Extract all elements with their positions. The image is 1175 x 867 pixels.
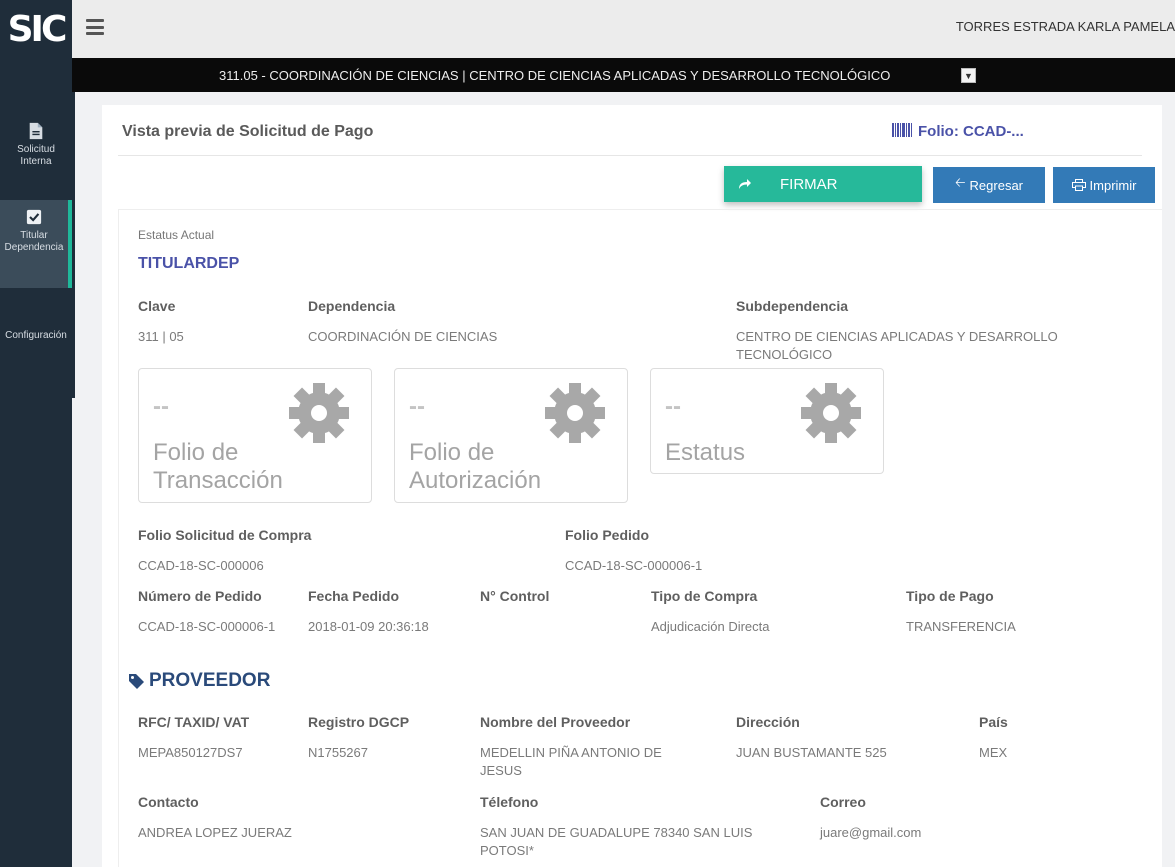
telefono-value: SAN JUAN DE GUADALUPE 78340 SAN LUIS POT… <box>480 825 753 858</box>
contacto-label: Contacto <box>138 794 199 810</box>
sidebar: Solicitud Interna Titular Dependencia Co… <box>0 58 72 867</box>
rfc-value: MEPA850127DS7 <box>138 745 243 760</box>
sidebar-edge <box>72 92 75 398</box>
sidebar-item-titular-dependencia[interactable]: Titular Dependencia <box>0 200 72 288</box>
registro-dgcp-value: N1755267 <box>308 745 368 760</box>
tile-title-line: Estatus <box>665 439 746 466</box>
printer-icon <box>1071 179 1086 191</box>
tipo-compra-label: Tipo de Compra <box>651 588 758 604</box>
direccion-value: JUAN BUSTAMANTE 525 <box>736 745 887 760</box>
tile-title-line: Folio de <box>153 439 239 466</box>
status-value: TITULARDEP <box>138 255 240 272</box>
back-button-label: Regresar <box>969 177 1023 193</box>
status-label: Estatus Actual <box>138 228 215 242</box>
user-name[interactable]: TORRES ESTRADA KARLA PAMELA <box>956 19 1175 34</box>
top-header: SIC TORRES ESTRADA KARLA PAMELA <box>0 0 1175 58</box>
folio-pedido-value: CCAD-18-SC-000006-1 <box>565 558 703 573</box>
gear-icon <box>801 383 861 443</box>
divider <box>118 155 1142 156</box>
gear-icon <box>545 383 605 443</box>
back-button[interactable]: 🡠 Regresar <box>933 167 1045 203</box>
folio-solicitud-compra-label: Folio Solicitud de Compra <box>138 527 312 543</box>
tile-folio-transaccion: -- Folio de Transacción <box>138 368 372 503</box>
chevron-down-icon[interactable]: ▼ <box>961 68 976 83</box>
proveedor-section-title: PROVEEDOR <box>128 670 270 692</box>
tipo-pago-value: TRANSFERENCIA <box>906 619 1016 634</box>
pais-label: País <box>979 714 1008 730</box>
correo-label: Correo <box>820 794 866 810</box>
numero-control-label: N° Control <box>480 588 550 604</box>
telefono-label: Télefono <box>480 794 539 810</box>
folio-pedido-label: Folio Pedido <box>565 527 649 543</box>
correo-value: juare@gmail.com <box>820 825 922 840</box>
nombre-proveedor-value: MEDELLIN PIÑA ANTONIO DE JESUS <box>480 745 662 778</box>
nombre-proveedor-label: Nombre del Proveedor <box>480 714 631 730</box>
clave-value: 311 | 05 <box>138 329 184 344</box>
subdependencia-value: CENTRO DE CIENCIAS APLICADAS Y DESARROLL… <box>736 329 1058 362</box>
pais-value: MEX <box>979 745 1008 760</box>
proveedor-section-label: PROVEEDOR <box>149 670 271 691</box>
share-arrow-icon <box>739 179 751 189</box>
tile-title: Folio de Autorización <box>409 439 541 495</box>
clave-label: Clave <box>138 298 176 314</box>
tile-folio-autorizacion: -- Folio de Autorización <box>394 368 628 503</box>
page-title: Vista previa de Solicitud de Pago <box>122 123 374 140</box>
dependencia-label: Dependencia <box>308 298 396 314</box>
fecha-pedido-label: Fecha Pedido <box>308 588 400 604</box>
organization-bar: 311.05 - COORDINACIÓN DE CIENCIAS | CENT… <box>72 58 1175 92</box>
sidebar-item-label: Solicitud <box>17 144 55 155</box>
app-logo[interactable]: SIC <box>0 0 72 58</box>
tile-title-line: Transacción <box>153 467 283 494</box>
registro-dgcp-label: Registro DGCP <box>308 714 410 730</box>
tile-title-line: Folio de <box>409 439 495 466</box>
sidebar-item-label: Dependencia <box>4 242 64 253</box>
sidebar-item-label: Titular <box>20 230 48 241</box>
numero-pedido-label: Número de Pedido <box>138 588 262 604</box>
tipo-pago-label: Tipo de Pago <box>906 588 994 604</box>
print-button[interactable]: Imprimir <box>1053 167 1155 203</box>
tile-title: Estatus <box>665 439 745 467</box>
hamburger-menu-icon[interactable] <box>86 19 104 35</box>
subdependencia-label: Subdependencia <box>736 298 849 314</box>
barcode-icon <box>892 123 912 137</box>
tile-title-line: Autorización <box>409 467 542 494</box>
tile-value: -- <box>153 393 169 420</box>
contacto-value: ANDREA LOPEZ JUERAZ <box>138 825 292 840</box>
tag-icon <box>129 673 144 689</box>
rfc-label: RFC/ TAXID/ VAT <box>138 714 250 730</box>
folio-solicitud-compra-value: CCAD-18-SC-000006 <box>138 558 264 573</box>
folio-value: Folio: CCAD-... <box>918 123 1024 140</box>
organization-selector[interactable]: 311.05 - COORDINACIÓN DE CIENCIAS | CENT… <box>219 68 890 83</box>
tile-estatus: -- Estatus <box>650 368 884 474</box>
sidebar-item-solicitud-interna[interactable]: Solicitud Interna <box>0 114 72 186</box>
sidebar-item-configuracion[interactable]: Configuración <box>0 330 72 350</box>
arrow-left-icon: 🡠 <box>955 175 966 190</box>
dependencia-value: COORDINACIÓN DE CIENCIAS <box>308 329 498 344</box>
direccion-label: Dirección <box>736 714 800 730</box>
main-card: Vista previa de Solicitud de Pago Folio:… <box>102 105 1162 867</box>
tile-title: Folio de Transacción <box>153 439 283 495</box>
sidebar-item-label: Interna <box>20 156 52 167</box>
gear-icon <box>289 383 349 443</box>
checkbox-icon <box>26 209 42 225</box>
numero-pedido-value: CCAD-18-SC-000006-1 <box>138 619 276 634</box>
tile-value: -- <box>665 393 681 420</box>
sidebar-item-label: Configuración <box>5 330 67 341</box>
folio-header: Folio: CCAD-... <box>892 123 1024 140</box>
print-button-label: Imprimir <box>1089 177 1137 193</box>
sign-button[interactable]: FIRMAR <box>724 166 922 202</box>
fecha-pedido-value: 2018-01-09 20:36:18 <box>308 619 429 634</box>
sign-button-label: FIRMAR <box>780 175 838 193</box>
document-icon <box>29 122 43 140</box>
tile-value: -- <box>409 393 425 420</box>
tipo-compra-value: Adjudicación Directa <box>651 619 770 634</box>
